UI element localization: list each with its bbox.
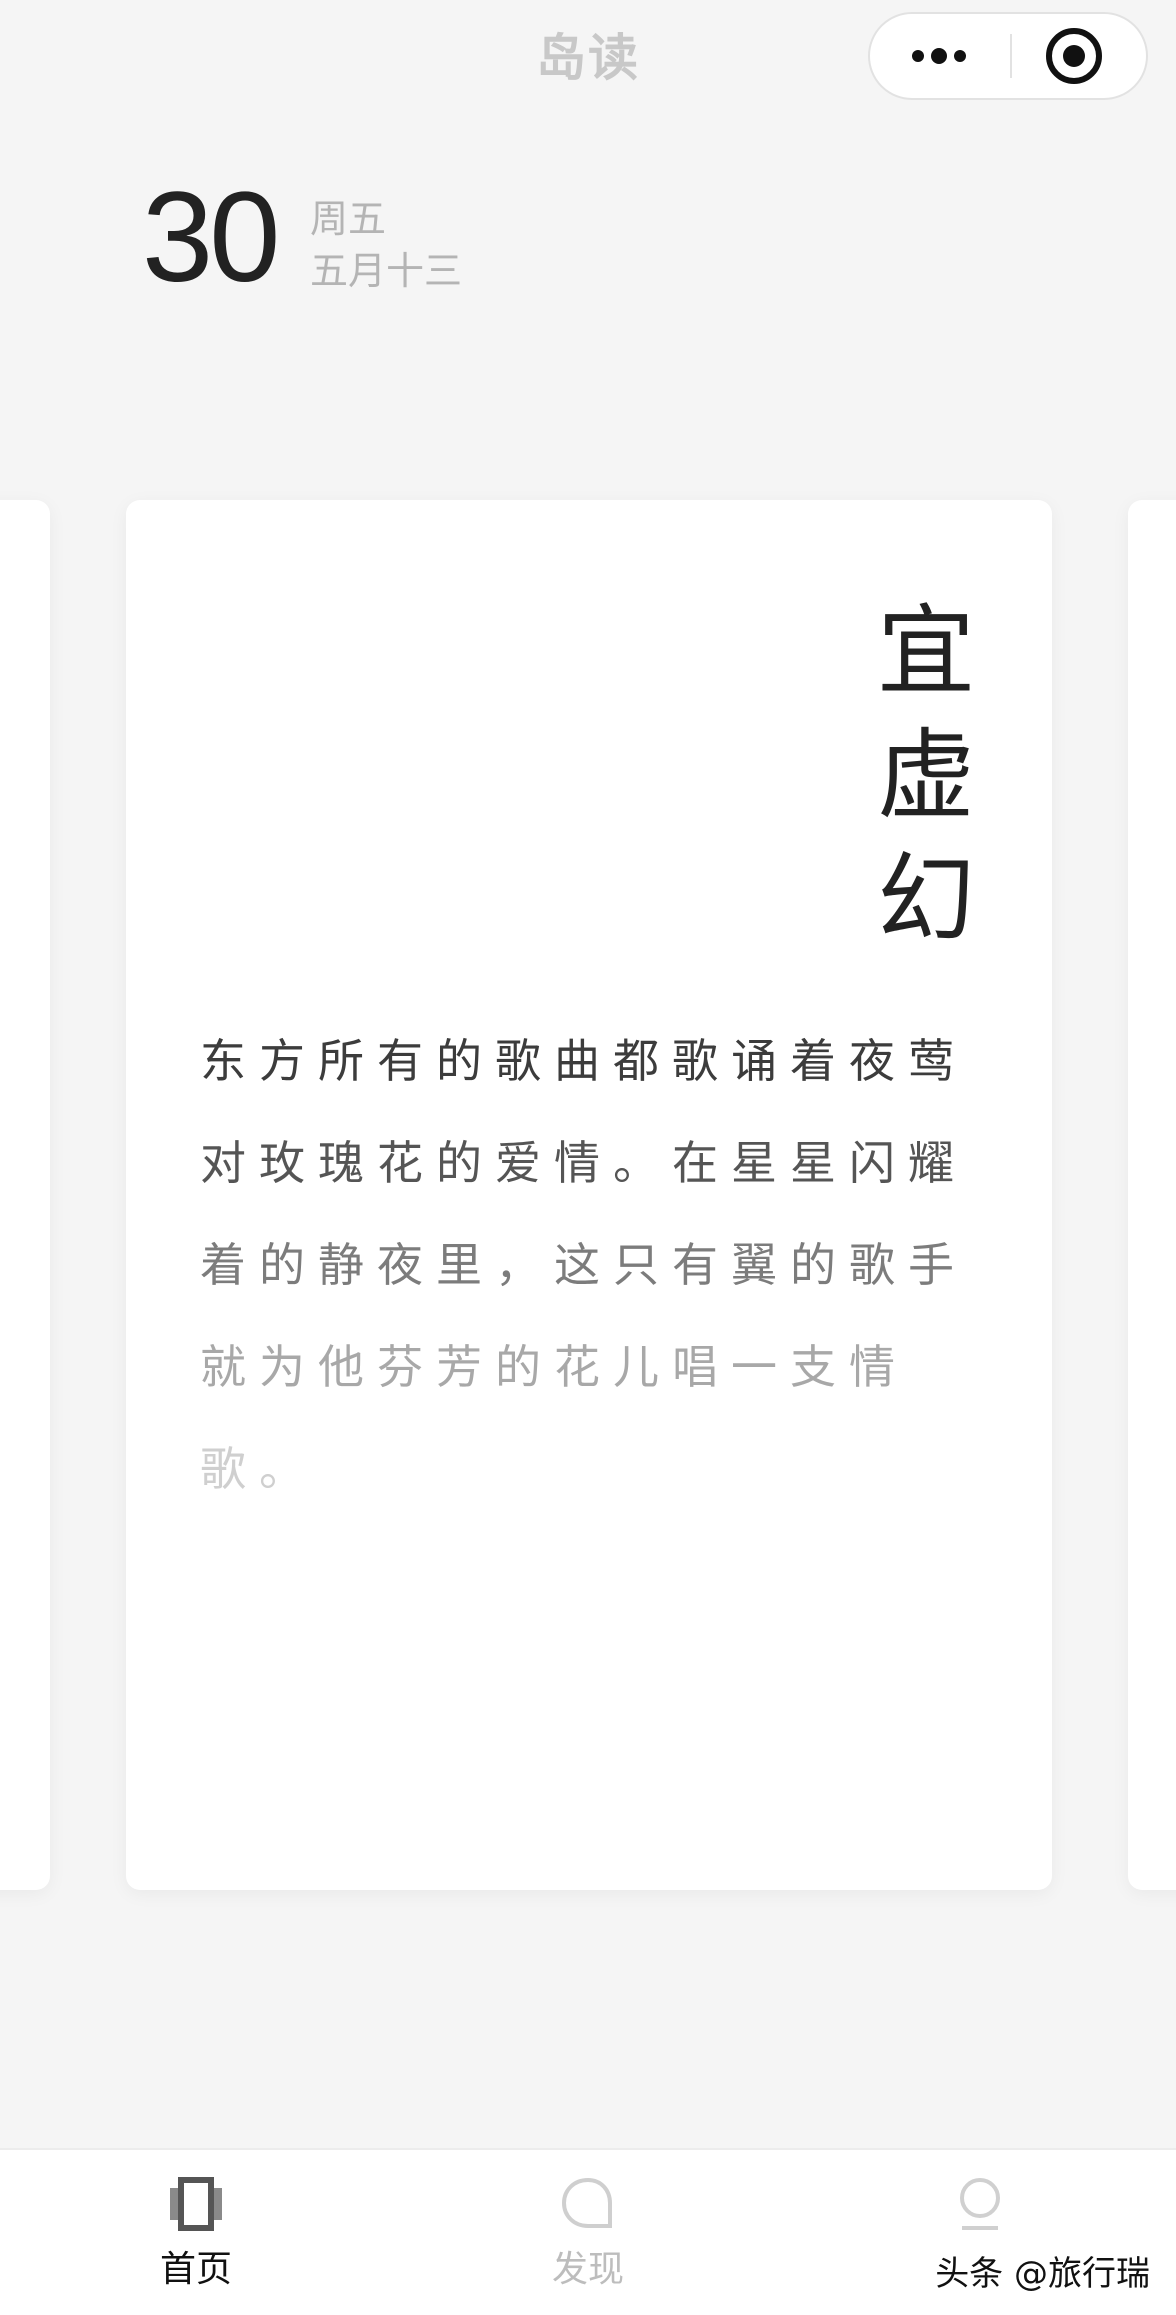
quote-line: 对玫瑰花的爱情。在星星闪耀 bbox=[200, 1136, 967, 1190]
card-quote: 东方所有的歌曲都歌诵着夜莺 对玫瑰花的爱情。在星星闪耀 着的静夜里，这只有翼的歌… bbox=[200, 1010, 980, 1520]
watermark-text: 头条 @旅行瑞 bbox=[935, 2254, 1150, 2294]
tab-discover[interactable]: 发现 bbox=[488, 2150, 688, 2315]
date-weekday: 周五 bbox=[310, 197, 387, 241]
daily-card[interactable]: 宜 虚 幻 东方所有的歌曲都歌诵着夜莺 对玫瑰花的爱情。在星星闪耀 着的静夜里，… bbox=[126, 500, 1052, 1890]
app-page: 岛读 30 周五 五月十三 宜 虚 幻 东方所有的歌曲都歌诵着夜莺 对玫瑰花的爱… bbox=[0, 0, 1176, 2315]
home-icon bbox=[170, 2177, 222, 2231]
discover-icon bbox=[561, 2177, 612, 2228]
quote-line: 歌。 bbox=[200, 1442, 318, 1496]
close-mini-program-button[interactable] bbox=[1046, 28, 1102, 84]
next-card[interactable] bbox=[1128, 500, 1176, 1890]
more-dots-icon bbox=[931, 48, 947, 64]
capsule-divider bbox=[1010, 34, 1012, 78]
previous-card[interactable] bbox=[0, 500, 50, 1890]
keyword-char: 幻 bbox=[876, 843, 975, 957]
card-keyword: 宜 虚 幻 bbox=[876, 590, 976, 962]
tab-home[interactable]: 首页 bbox=[96, 2150, 296, 2315]
date-day: 30 bbox=[142, 166, 280, 309]
target-dot-icon bbox=[1063, 45, 1085, 67]
quote-line: 着的静夜里，这只有翼的歌手 bbox=[200, 1238, 967, 1292]
more-options-button[interactable] bbox=[870, 14, 1008, 98]
quote-line: 就为他芬芳的花儿唱一支情 bbox=[200, 1340, 908, 1394]
profile-icon bbox=[960, 2178, 1000, 2230]
more-dots-icon bbox=[912, 50, 924, 62]
tab-discover-label: 发现 bbox=[551, 2249, 624, 2290]
keyword-char: 虚 bbox=[876, 719, 975, 833]
date-lunar: 五月十三 bbox=[310, 249, 463, 293]
keyword-char: 宜 bbox=[876, 595, 975, 709]
mini-program-capsule bbox=[868, 12, 1148, 100]
tab-home-label: 首页 bbox=[159, 2249, 232, 2290]
more-dots-icon bbox=[954, 50, 966, 62]
navigation-bar: 岛读 bbox=[0, 0, 1176, 110]
quote-line: 东方所有的歌曲都歌诵着夜莺 bbox=[200, 1034, 967, 1088]
